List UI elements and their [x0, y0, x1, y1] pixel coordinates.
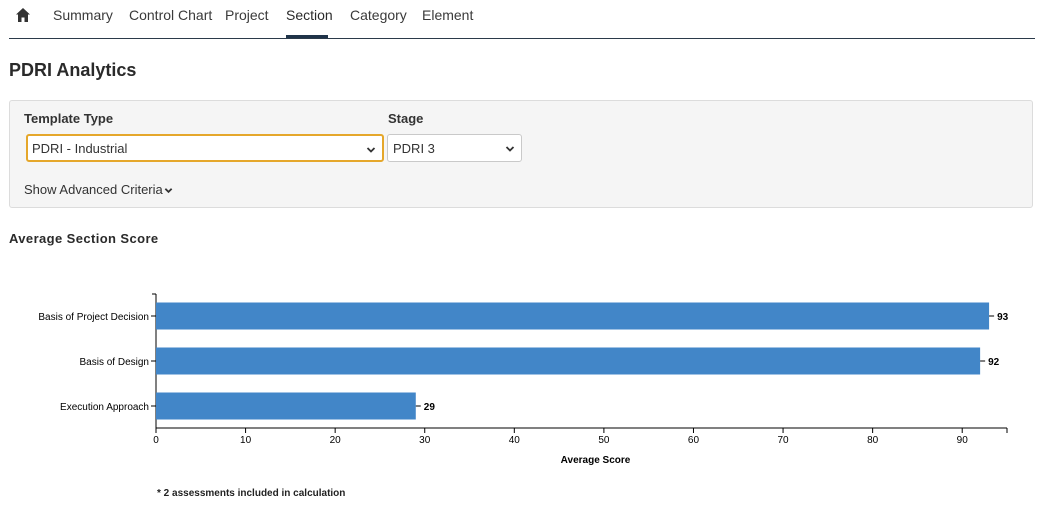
home-icon[interactable]: [15, 7, 31, 23]
x-tick-label-2: 20: [330, 435, 342, 446]
x-axis-label: Average Score: [561, 455, 631, 466]
tab-control-chart[interactable]: Control Chart: [129, 7, 212, 23]
x-tick-label-5: 50: [598, 435, 610, 446]
x-tick-label-0: 0: [153, 435, 159, 446]
tab-element[interactable]: Element: [422, 7, 473, 23]
advanced-criteria-label: Show Advanced Criteria: [24, 182, 163, 197]
data-label-0: 93: [997, 312, 1009, 323]
tab-summary[interactable]: Summary: [53, 7, 113, 23]
page-title: PDRI Analytics: [9, 60, 137, 80]
x-tick-label-4: 40: [509, 435, 521, 446]
stage-value: PDRI 3: [393, 141, 435, 156]
y-tick-label-1: Basis of Design: [80, 357, 149, 368]
template-type-value: PDRI - Industrial: [32, 141, 128, 156]
x-tick-label-9: 90: [957, 435, 969, 446]
x-tick-label-3: 30: [419, 435, 431, 446]
chart-footnote: * 2 assessments included in calculation: [157, 488, 346, 499]
chevron-down-icon: [366, 147, 376, 153]
tab-section[interactable]: Section: [286, 7, 333, 23]
show-advanced-criteria-link[interactable]: Show Advanced Criteria: [24, 182, 173, 197]
average-section-score-chart: Basis of Project Decision 93 Basis of Desi…: [38, 293, 1009, 466]
x-tick-label-7: 70: [777, 435, 789, 446]
stage-label: Stage: [388, 111, 424, 126]
active-tab-indicator: [286, 35, 328, 38]
chevron-down-icon: [505, 146, 515, 152]
x-tick-label-1: 10: [240, 435, 252, 446]
y-tick-label-2: Execution Approach: [60, 402, 149, 413]
top-nav: Summary Control Chart Project Section Ca…: [9, 0, 1035, 39]
template-type-select[interactable]: PDRI - Industrial: [26, 134, 384, 162]
y-tick-label-0: Basis of Project Decision: [38, 312, 149, 323]
data-label-1: 92: [988, 357, 1000, 368]
x-tick-label-8: 80: [867, 435, 879, 446]
stage-select[interactable]: PDRI 3: [387, 134, 522, 162]
bar-2: [156, 392, 416, 420]
chart-title: Average Section Score: [9, 231, 159, 246]
chevron-down-icon: [164, 188, 173, 194]
data-label-2: 29: [424, 402, 436, 413]
tab-category[interactable]: Category: [350, 7, 407, 23]
tab-project[interactable]: Project: [225, 7, 269, 23]
filter-panel: Template Type Stage PDRI - Industrial PD…: [9, 100, 1033, 208]
x-tick-label-6: 60: [688, 435, 700, 446]
template-type-label: Template Type: [24, 111, 114, 126]
bar-0: [156, 302, 990, 330]
bar-1: [156, 347, 981, 375]
